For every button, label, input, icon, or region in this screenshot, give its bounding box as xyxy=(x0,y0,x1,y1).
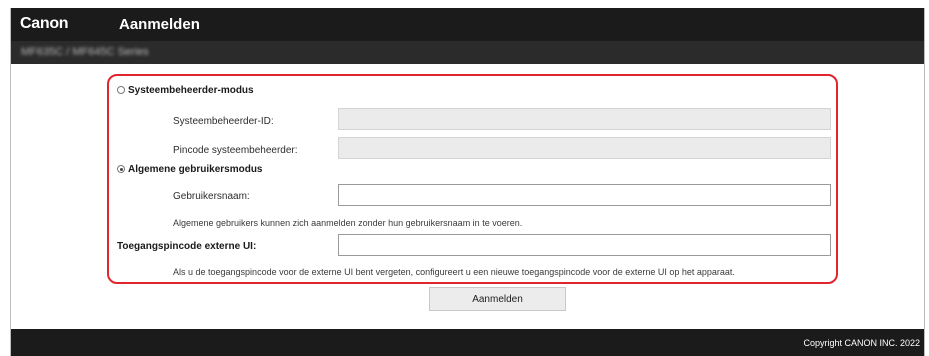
top-bar: Canon Aanmelden xyxy=(11,8,924,41)
device-name: MF635C / MF645C Series xyxy=(21,46,149,58)
footer-bar: Copyright CANON INC. 2022 xyxy=(11,329,924,356)
general-mode-note: Algemene gebruikers kunnen zich aanmelde… xyxy=(173,218,523,228)
remote-pin-label: Toegangspincode externe UI: xyxy=(117,241,257,252)
remote-pin-note: Als u de toegangspincode voor de externe… xyxy=(173,267,735,277)
general-mode-radio[interactable] xyxy=(117,165,125,173)
device-info-bar: MF635C / MF645C Series xyxy=(11,41,924,64)
copyright-text: Copyright CANON INC. 2022 xyxy=(803,338,920,348)
login-button[interactable]: Aanmelden xyxy=(429,287,566,311)
admin-id-field[interactable] xyxy=(338,108,831,130)
admin-pin-label: Pincode systeembeheerder: xyxy=(173,145,298,156)
admin-pin-field[interactable] xyxy=(338,137,831,159)
page-frame: Canon Aanmelden MF635C / MF645C Series S… xyxy=(10,8,925,356)
general-mode-label: Algemene gebruikersmodus xyxy=(128,164,263,175)
page-title: Aanmelden xyxy=(119,16,200,33)
admin-mode-label: Systeembeheerder-modus xyxy=(128,85,254,96)
admin-mode-radio[interactable] xyxy=(117,86,125,94)
canon-logo: Canon xyxy=(20,15,69,32)
remote-pin-field[interactable] xyxy=(338,234,831,256)
username-label: Gebruikersnaam: xyxy=(173,191,250,202)
login-panel: Systeembeheerder-modus Systeembeheerder-… xyxy=(107,74,838,284)
admin-id-label: Systeembeheerder-ID: xyxy=(173,116,274,127)
username-field[interactable] xyxy=(338,184,831,206)
